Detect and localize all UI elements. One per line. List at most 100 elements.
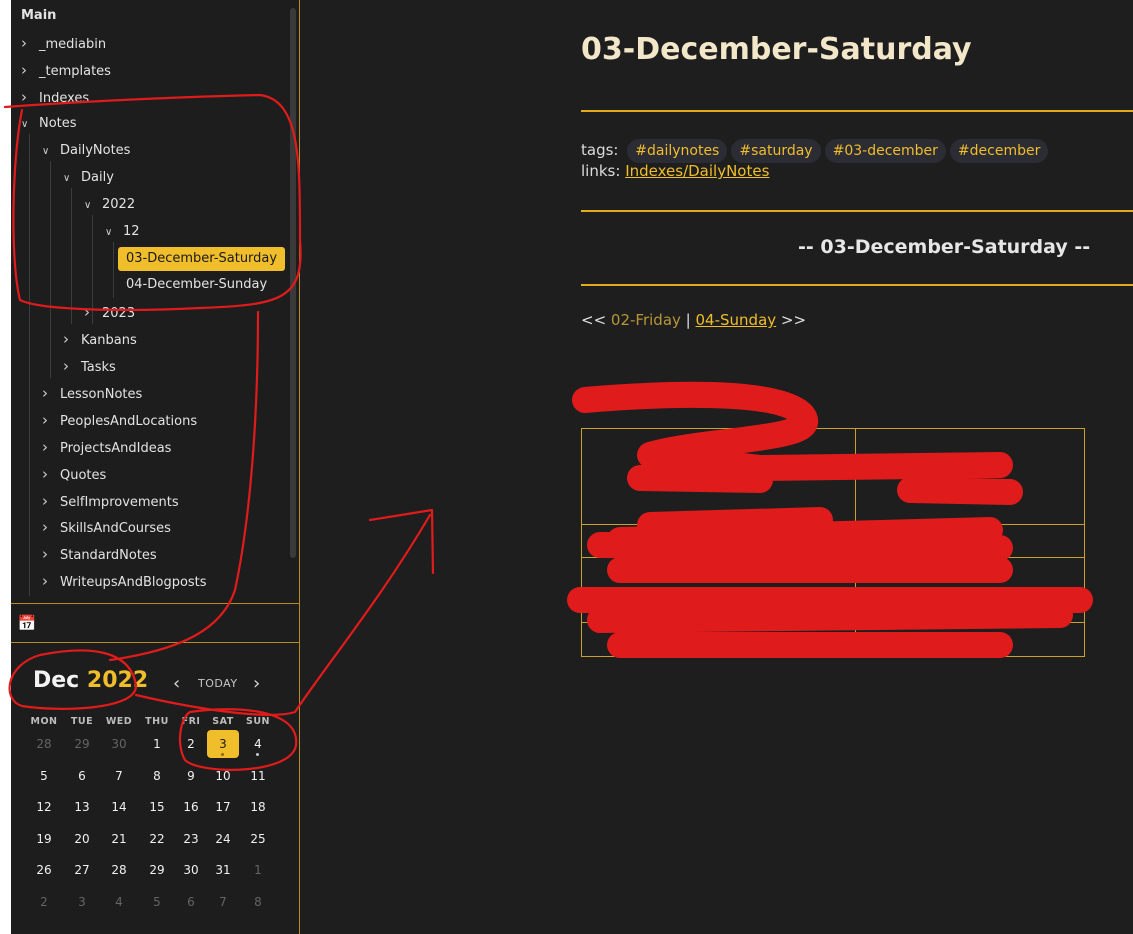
calendar-day[interactable]: 30 — [103, 730, 135, 758]
tree-folder[interactable]: ∨ Notes — [21, 112, 91, 136]
tree-folder[interactable]: › LessonNotes — [42, 381, 156, 405]
calendar-day[interactable]: 10 — [207, 762, 239, 790]
calendar-day[interactable]: 12 — [28, 793, 60, 821]
chevron-right-icon[interactable]: › — [63, 327, 77, 351]
chevron-right-icon[interactable]: › — [21, 85, 35, 109]
chevron-right-icon[interactable]: › — [42, 462, 56, 486]
chevron-down-icon[interactable]: ∨ — [105, 221, 119, 245]
calendar-day[interactable]: 27 — [66, 856, 98, 884]
tree-folder[interactable]: ∨ 2022 — [84, 193, 149, 217]
calendar-day[interactable]: 7 — [103, 762, 135, 790]
calendar-day[interactable]: 19 — [28, 825, 60, 853]
chevron-right-icon[interactable]: › — [42, 381, 56, 405]
tag-pill[interactable]: #dailynotes — [627, 139, 728, 163]
tree-folder[interactable]: ∨ Daily — [63, 166, 128, 190]
calendar-day[interactable]: 26 — [28, 856, 60, 884]
calendar-day[interactable]: 30 — [175, 856, 207, 884]
calendar-day[interactable]: 16 — [175, 793, 207, 821]
calendar-day[interactable]: 20 — [66, 825, 98, 853]
next-day-link[interactable]: 04-Sunday — [696, 311, 777, 329]
calendar-day[interactable]: 6 — [175, 888, 207, 916]
chevron-right-icon[interactable]: › — [42, 542, 56, 566]
tree-folder[interactable]: › Indexes — [21, 85, 103, 109]
calendar-day[interactable]: 13 — [66, 793, 98, 821]
tree-folder[interactable]: › Tasks — [63, 354, 130, 378]
calendar-day[interactable]: 28 — [28, 730, 60, 758]
prev-day-link[interactable]: 02-Friday — [611, 311, 681, 329]
chevron-right-icon[interactable]: › — [63, 354, 77, 378]
chevron-down-icon[interactable]: ∨ — [84, 194, 98, 218]
calendar-day[interactable]: 4 — [242, 730, 274, 758]
chevron-right-icon[interactable]: › — [84, 300, 98, 324]
chevron-right-icon[interactable]: › — [42, 435, 56, 459]
tree-file[interactable]: 04-December-Sunday — [126, 273, 281, 297]
calendar-day[interactable]: 23 — [175, 825, 207, 853]
tree-folder[interactable]: › PeoplesAndLocations — [42, 408, 211, 432]
chevron-down-icon[interactable]: ∨ — [63, 167, 77, 191]
calendar-day[interactable]: 15 — [141, 793, 173, 821]
calendar-day[interactable]: 2 — [175, 730, 207, 758]
calendar-day[interactable]: 1 — [141, 730, 173, 758]
chevron-down-icon[interactable]: ∨ — [42, 140, 56, 164]
calendar-day[interactable]: 18 — [242, 793, 274, 821]
chevron-left-icon[interactable]: ‹ — [173, 673, 180, 694]
tree-item-label: Daily — [81, 170, 114, 185]
calendar-day[interactable]: 1 — [242, 856, 274, 884]
tree-folder[interactable]: › StandardNotes — [42, 542, 171, 566]
index-link[interactable]: Indexes/DailyNotes — [625, 162, 769, 180]
calendar-day[interactable]: 25 — [242, 825, 274, 853]
calendar-day[interactable]: 22 — [141, 825, 173, 853]
tag-pill[interactable]: #03-december — [824, 139, 946, 163]
calendar-title: Dec 2022 — [33, 668, 148, 693]
tree-folder[interactable]: › WriteupsAndBlogposts — [42, 569, 221, 593]
tree-folder[interactable]: › _mediabin — [21, 31, 120, 55]
calendar-day[interactable]: 4 — [103, 888, 135, 916]
calendar-day[interactable]: 6 — [66, 762, 98, 790]
tag-pill[interactable]: #december — [949, 139, 1049, 163]
calendar-day-selected[interactable]: 3 — [207, 730, 239, 758]
table-row-divider — [582, 524, 1084, 525]
calendar-day[interactable]: 21 — [103, 825, 135, 853]
chevron-down-icon[interactable]: ∨ — [21, 113, 35, 137]
vault-root[interactable]: Main — [21, 4, 70, 28]
tree-folder[interactable]: › Quotes — [42, 462, 120, 486]
sidebar-scrollbar[interactable] — [290, 8, 296, 558]
calendar-icon[interactable]: 📅 — [16, 612, 38, 634]
calendar-day[interactable]: 8 — [242, 888, 274, 916]
calendar-day[interactable]: 29 — [141, 856, 173, 884]
calendar-day[interactable]: 11 — [242, 762, 274, 790]
tree-folder[interactable]: › ProjectsAndIdeas — [42, 435, 185, 459]
tree-folder[interactable]: ∨ 12 — [105, 220, 154, 244]
calendar-day[interactable]: 5 — [28, 762, 60, 790]
calendar-day[interactable]: 8 — [141, 762, 173, 790]
tree-folder[interactable]: › SelfImprovements — [42, 489, 193, 513]
calendar-day[interactable]: 2 — [28, 888, 60, 916]
calendar-day[interactable]: 3 — [66, 888, 98, 916]
calendar-day[interactable]: 9 — [175, 762, 207, 790]
chevron-right-icon[interactable]: › — [42, 489, 56, 513]
chevron-right-icon[interactable]: › — [21, 31, 35, 55]
calendar-day[interactable]: 29 — [66, 730, 98, 758]
chevron-right-icon[interactable]: › — [42, 408, 56, 432]
tree-file[interactable]: 03-December-Saturday — [118, 247, 286, 271]
calendar-day[interactable]: 28 — [103, 856, 135, 884]
tree-folder[interactable]: › Kanbans — [63, 327, 151, 351]
chevron-right-icon[interactable]: › — [253, 673, 260, 694]
calendar-day[interactable]: 31 — [207, 856, 239, 884]
tag-pill[interactable]: #saturday — [731, 139, 821, 163]
calendar-today-button[interactable]: TODAY — [198, 677, 238, 690]
calendar-day[interactable]: 7 — [207, 888, 239, 916]
tree-folder[interactable]: › 2023 — [84, 300, 149, 324]
chevron-right-icon[interactable]: › — [42, 515, 56, 539]
calendar-day[interactable]: 17 — [207, 793, 239, 821]
chevron-right-icon[interactable]: › — [21, 58, 35, 82]
tree-folder[interactable]: › SkillsAndCourses — [42, 515, 185, 539]
tree-item-label: 03-December-Saturday — [126, 251, 278, 266]
tree-folder[interactable]: › _templates — [21, 58, 125, 82]
chevron-right-icon[interactable]: › — [42, 569, 56, 593]
tree-item-label: 04-December-Sunday — [126, 277, 268, 292]
tree-folder[interactable]: ∨ DailyNotes — [42, 139, 144, 163]
calendar-day[interactable]: 5 — [141, 888, 173, 916]
calendar-day[interactable]: 24 — [207, 825, 239, 853]
calendar-day[interactable]: 14 — [103, 793, 135, 821]
